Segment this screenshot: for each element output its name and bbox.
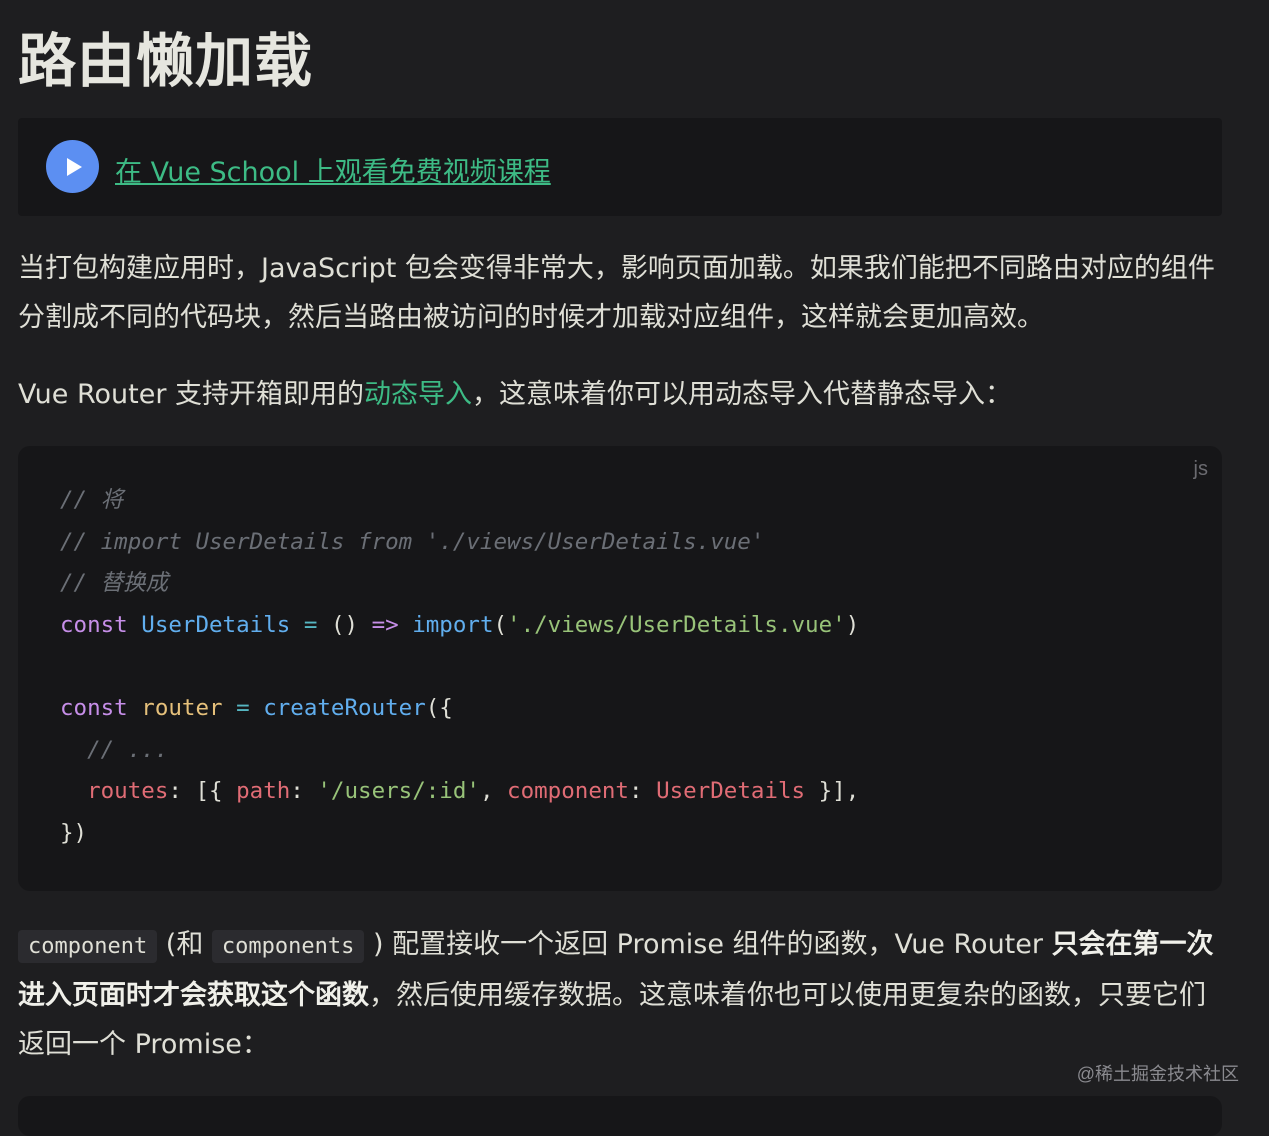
code-comment: // 将 (60, 487, 124, 513)
code-operator: => (371, 611, 399, 638)
inline-code-components: components (211, 930, 365, 963)
code-block: js // 将 // import UserDetails from './vi… (18, 446, 1222, 891)
play-icon (67, 157, 82, 176)
dynamic-import-paragraph: Vue Router 支持开箱即用的动态导入，这意味着你可以用动态导入代替静态导… (18, 370, 1222, 419)
code-property: path (236, 778, 291, 805)
code-keyword: const (60, 694, 128, 721)
code-function: createRouter (263, 694, 426, 721)
code-comment: // import UserDetails from './views/User… (60, 528, 765, 555)
code-property: routes (87, 778, 169, 805)
watermark: @稀土掘金技术社区 (1076, 1064, 1239, 1084)
code-string: './views/UserDetails.vue' (507, 611, 846, 638)
p3-text: ) 配置接收一个返回 Promise 组件的函数，Vue Router (364, 929, 1052, 960)
code-comment: // 替换成 (60, 570, 169, 597)
code-comment: // ... (87, 736, 169, 763)
code-punct: : [{ (168, 778, 237, 805)
code-keyword: const (60, 611, 128, 638)
code-property: component (507, 778, 629, 805)
page-title: 路由懒加载 (18, 27, 314, 95)
code-punct: ) (845, 611, 860, 638)
play-button[interactable] (46, 140, 99, 193)
dynamic-import-link[interactable]: 动态导入 (364, 379, 472, 410)
code-language-label: js (1193, 458, 1208, 480)
video-course-link[interactable]: 在 Vue School 上观看免费视频课程 (115, 150, 551, 189)
code-punct: ( (493, 611, 508, 638)
p2-text-before: Vue Router 支持开箱即用的 (18, 379, 365, 410)
code-identifier: UserDetails (141, 611, 291, 638)
code-punct: : (290, 778, 318, 805)
code-punct: }) (60, 819, 88, 846)
intro-paragraph: 当打包构建应用时，JavaScript 包会变得非常大，影响页面加载。如果我们能… (18, 253, 1215, 333)
p3-text: (和 (157, 929, 212, 960)
code-operator: = (236, 694, 250, 721)
component-paragraph: component (和 components ) 配置接收一个返回 Promi… (18, 920, 1222, 1069)
code-string: '/users/:id' (317, 778, 480, 805)
code-identifier: UserDetails (656, 778, 806, 805)
code-punct: }], (805, 778, 860, 805)
video-callout: 在 Vue School 上观看免费视频课程 (18, 118, 1222, 216)
inline-code-component: component (18, 930, 158, 963)
code-punct: : (628, 778, 657, 805)
code-identifier: router (141, 694, 223, 721)
p2-text-after: ，这意味着你可以用动态导入代替静态导入： (472, 379, 1013, 410)
code-operator: = (303, 611, 318, 638)
code-punct: ({ (425, 694, 453, 721)
code-punct: , (479, 778, 508, 805)
code-import: import (412, 611, 494, 638)
code-punct: () (330, 611, 359, 638)
code-content: // 将 // import UserDetails from './views… (60, 480, 859, 854)
next-code-block (18, 1096, 1222, 1136)
